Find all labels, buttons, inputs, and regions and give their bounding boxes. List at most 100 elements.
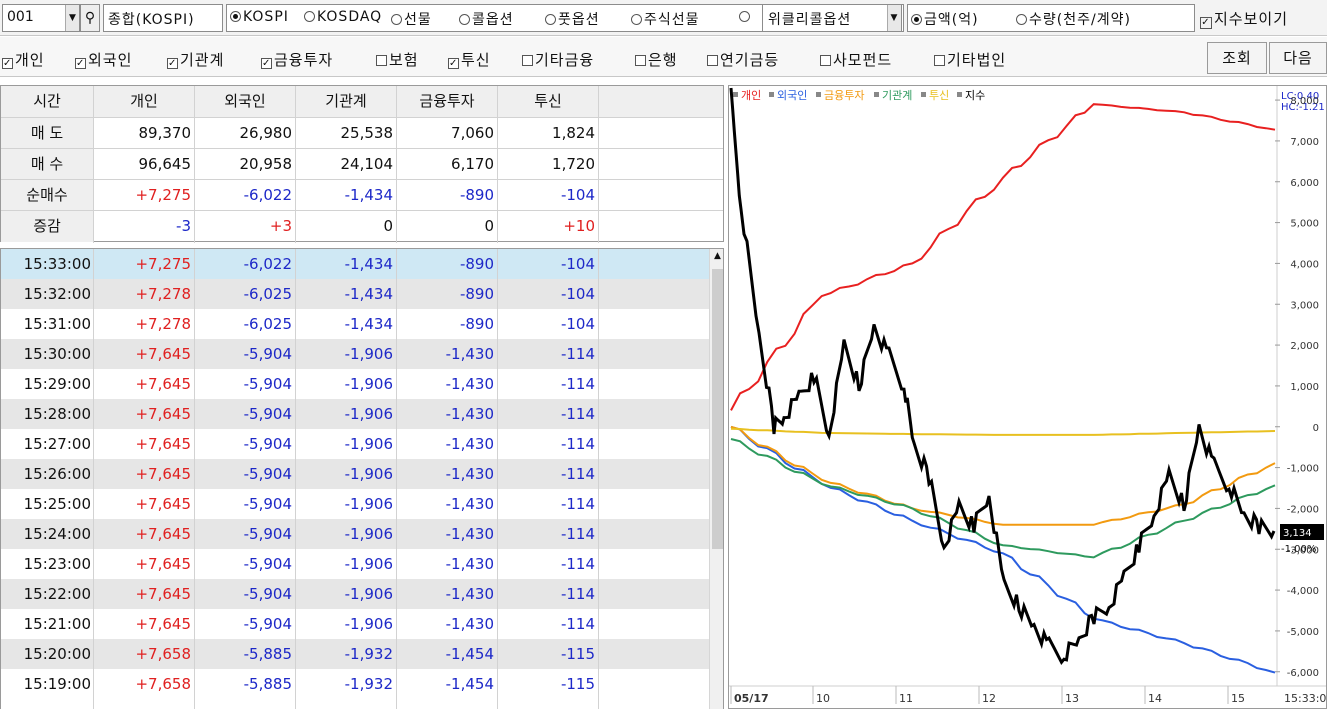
chevron-up-icon[interactable]: ▲ bbox=[712, 251, 723, 265]
y-tick-label: -2,000 bbox=[1287, 504, 1319, 515]
radio-call-option[interactable]: 콜옵션 bbox=[459, 9, 514, 29]
y-axis: 8,000 7,000 6,000 5,000 4,000 3,000 2,000 1,000… bbox=[1275, 96, 1319, 679]
row-value: -1,430 bbox=[445, 375, 494, 393]
query-button[interactable]: 조회 bbox=[1207, 42, 1267, 74]
code-input[interactable]: 001 ▼ bbox=[2, 4, 80, 32]
filter-insurance[interactable]: 보험 bbox=[376, 49, 419, 70]
filter-individual[interactable]: ✓ 개인 bbox=[2, 49, 45, 70]
row-value: -1,434 bbox=[344, 285, 393, 303]
x-tick-label: 13 bbox=[1065, 692, 1079, 705]
y-tick-label: -5,000 bbox=[1287, 627, 1319, 638]
row-time: 15:22:00 bbox=[23, 585, 91, 603]
filter-foreign[interactable]: ✓ 외국인 bbox=[75, 49, 132, 70]
row-time: 15:29:00 bbox=[23, 375, 91, 393]
radio-put-option[interactable]: 풋옵션 bbox=[545, 9, 600, 29]
row-time: 15:33:00 bbox=[23, 255, 91, 273]
radio-off-icon bbox=[545, 14, 556, 25]
legend-marker bbox=[769, 92, 774, 97]
row-time: 15:31:00 bbox=[23, 315, 91, 333]
table-row[interactable]: 15:20:00 +7,658 -5,885 -1,932 -1,454 -115 bbox=[1, 639, 709, 669]
radio-kospi[interactable]: KOSPI bbox=[230, 9, 289, 25]
checkbox-empty-icon bbox=[934, 55, 945, 66]
filter-institution[interactable]: ✓ 기관계 bbox=[167, 49, 224, 70]
row-time: 15:23:00 bbox=[23, 555, 91, 573]
row-label-net: 순매수 bbox=[1, 180, 93, 211]
filter-pension[interactable]: 연기금등 bbox=[707, 49, 779, 70]
y-tick-label: 4,000 bbox=[1290, 259, 1319, 270]
check-icon: ✓ bbox=[1200, 17, 1212, 29]
radio-weekly[interactable] bbox=[739, 9, 752, 25]
check-icon: ✓ bbox=[448, 58, 459, 69]
change-foreign: +3 bbox=[269, 217, 292, 235]
chart-series bbox=[730, 103, 1276, 674]
filter-bank[interactable]: 은행 bbox=[635, 49, 678, 70]
row-value: -114 bbox=[560, 555, 595, 573]
row-value: -1,906 bbox=[344, 345, 393, 363]
radio-kosdaq[interactable]: KOSDAQ bbox=[304, 9, 382, 25]
chevron-down-icon[interactable]: ▼ bbox=[887, 5, 901, 31]
table-row[interactable]: 15:26:00 +7,645 -5,904 -1,906 -1,430 -114 bbox=[1, 459, 709, 489]
filter-private-fund[interactable]: 사모펀드 bbox=[820, 49, 892, 70]
series-line bbox=[730, 103, 1276, 411]
table-row[interactable]: 15:19:00 +7,658 -5,885 -1,932 -1,454 -115 bbox=[1, 669, 709, 699]
header-institution: 기관계 bbox=[325, 92, 367, 110]
row-value: -1,430 bbox=[445, 615, 494, 633]
header-trust: 투신 bbox=[534, 92, 562, 110]
vertical-scrollbar[interactable]: ▲ bbox=[709, 249, 723, 709]
x-tick-label: 05/17 bbox=[734, 692, 769, 705]
filter-financial-invest[interactable]: ✓ 금융투자 bbox=[261, 49, 333, 70]
legend-label: 지수 bbox=[965, 89, 985, 102]
table-row[interactable]: 15:29:00 +7,645 -5,904 -1,906 -1,430 -114 bbox=[1, 369, 709, 399]
row-value: +7,275 bbox=[135, 255, 191, 273]
filter-other-finance[interactable]: 기타금융 bbox=[522, 49, 594, 70]
table-row[interactable]: 15:23:00 +7,645 -5,904 -1,906 -1,430 -114 bbox=[1, 549, 709, 579]
y-tick-label: 5,000 bbox=[1290, 219, 1319, 230]
table-row[interactable]: 15:28:00 +7,645 -5,904 -1,906 -1,430 -114 bbox=[1, 399, 709, 429]
filter-other-corp[interactable]: 기타법인 bbox=[934, 49, 1006, 70]
scrollbar-thumb[interactable] bbox=[712, 269, 723, 549]
table-row[interactable]: 15:33:00 +7,275 -6,022 -1,434 -890 -104 bbox=[1, 249, 709, 279]
row-time: 15:26:00 bbox=[23, 465, 91, 483]
show-index-checkbox[interactable]: ✓ 지수보이기 bbox=[1200, 8, 1288, 29]
row-value: -1,906 bbox=[344, 435, 393, 453]
legend-label: 개인 bbox=[741, 89, 761, 102]
legend-marker bbox=[957, 92, 962, 97]
table-row[interactable]: 15:27:00 +7,645 -5,904 -1,906 -1,430 -114 bbox=[1, 429, 709, 459]
radio-quantity[interactable]: 수량(천주/계약) bbox=[1016, 9, 1131, 29]
sell-trust: 1,824 bbox=[552, 124, 595, 142]
row-value: +7,658 bbox=[135, 645, 191, 663]
search-icon[interactable]: ⚲ bbox=[80, 4, 100, 32]
table-row[interactable]: 15:22:00 +7,645 -5,904 -1,906 -1,430 -114 bbox=[1, 579, 709, 609]
row-value: +7,278 bbox=[135, 285, 191, 303]
row-value: -1,906 bbox=[344, 555, 393, 573]
table-row[interactable]: 15:30:00 +7,645 -5,904 -1,906 -1,430 -114 bbox=[1, 339, 709, 369]
row-value: -5,904 bbox=[243, 465, 292, 483]
radio-futures[interactable]: 선물 bbox=[391, 9, 432, 29]
table-row[interactable]: 15:32:00 +7,278 -6,025 -1,434 -890 -104 bbox=[1, 279, 709, 309]
row-value: -1,454 bbox=[445, 675, 494, 693]
row-time: 15:24:00 bbox=[23, 525, 91, 543]
buy-institution: 24,104 bbox=[340, 155, 394, 173]
check-icon: ✓ bbox=[75, 58, 86, 69]
weekly-select[interactable]: 위클리콜옵션 ▼ bbox=[762, 4, 902, 32]
y-tick-label: -4,000 bbox=[1287, 586, 1319, 597]
filter-trust[interactable]: ✓ 투신 bbox=[448, 49, 491, 70]
row-value: +7,645 bbox=[135, 435, 191, 453]
row-time: 15:25:00 bbox=[23, 495, 91, 513]
table-row[interactable]: 15:24:00 +7,645 -5,904 -1,906 -1,430 -114 bbox=[1, 519, 709, 549]
row-value: +7,645 bbox=[135, 585, 191, 603]
radio-stock-futures[interactable]: 주식선물 bbox=[631, 9, 700, 29]
change-institution: 0 bbox=[383, 217, 393, 235]
table-row[interactable]: 15:31:00 +7,278 -6,025 -1,434 -890 -104 bbox=[1, 309, 709, 339]
row-value: -114 bbox=[560, 585, 595, 603]
chevron-down-icon[interactable]: ▼ bbox=[65, 5, 79, 31]
next-button[interactable]: 다음 bbox=[1269, 42, 1327, 74]
radio-amount[interactable]: 금액(억) bbox=[911, 9, 979, 29]
table-row[interactable]: 15:21:00 +7,645 -5,904 -1,906 -1,430 -114 bbox=[1, 609, 709, 639]
row-value: -114 bbox=[560, 465, 595, 483]
row-value: -1,430 bbox=[445, 435, 494, 453]
row-time: 15:20:00 bbox=[23, 645, 91, 663]
row-time: 15:21:00 bbox=[23, 615, 91, 633]
table-row[interactable]: 15:25:00 +7,645 -5,904 -1,906 -1,430 -114 bbox=[1, 489, 709, 519]
row-value: -1,434 bbox=[344, 255, 393, 273]
